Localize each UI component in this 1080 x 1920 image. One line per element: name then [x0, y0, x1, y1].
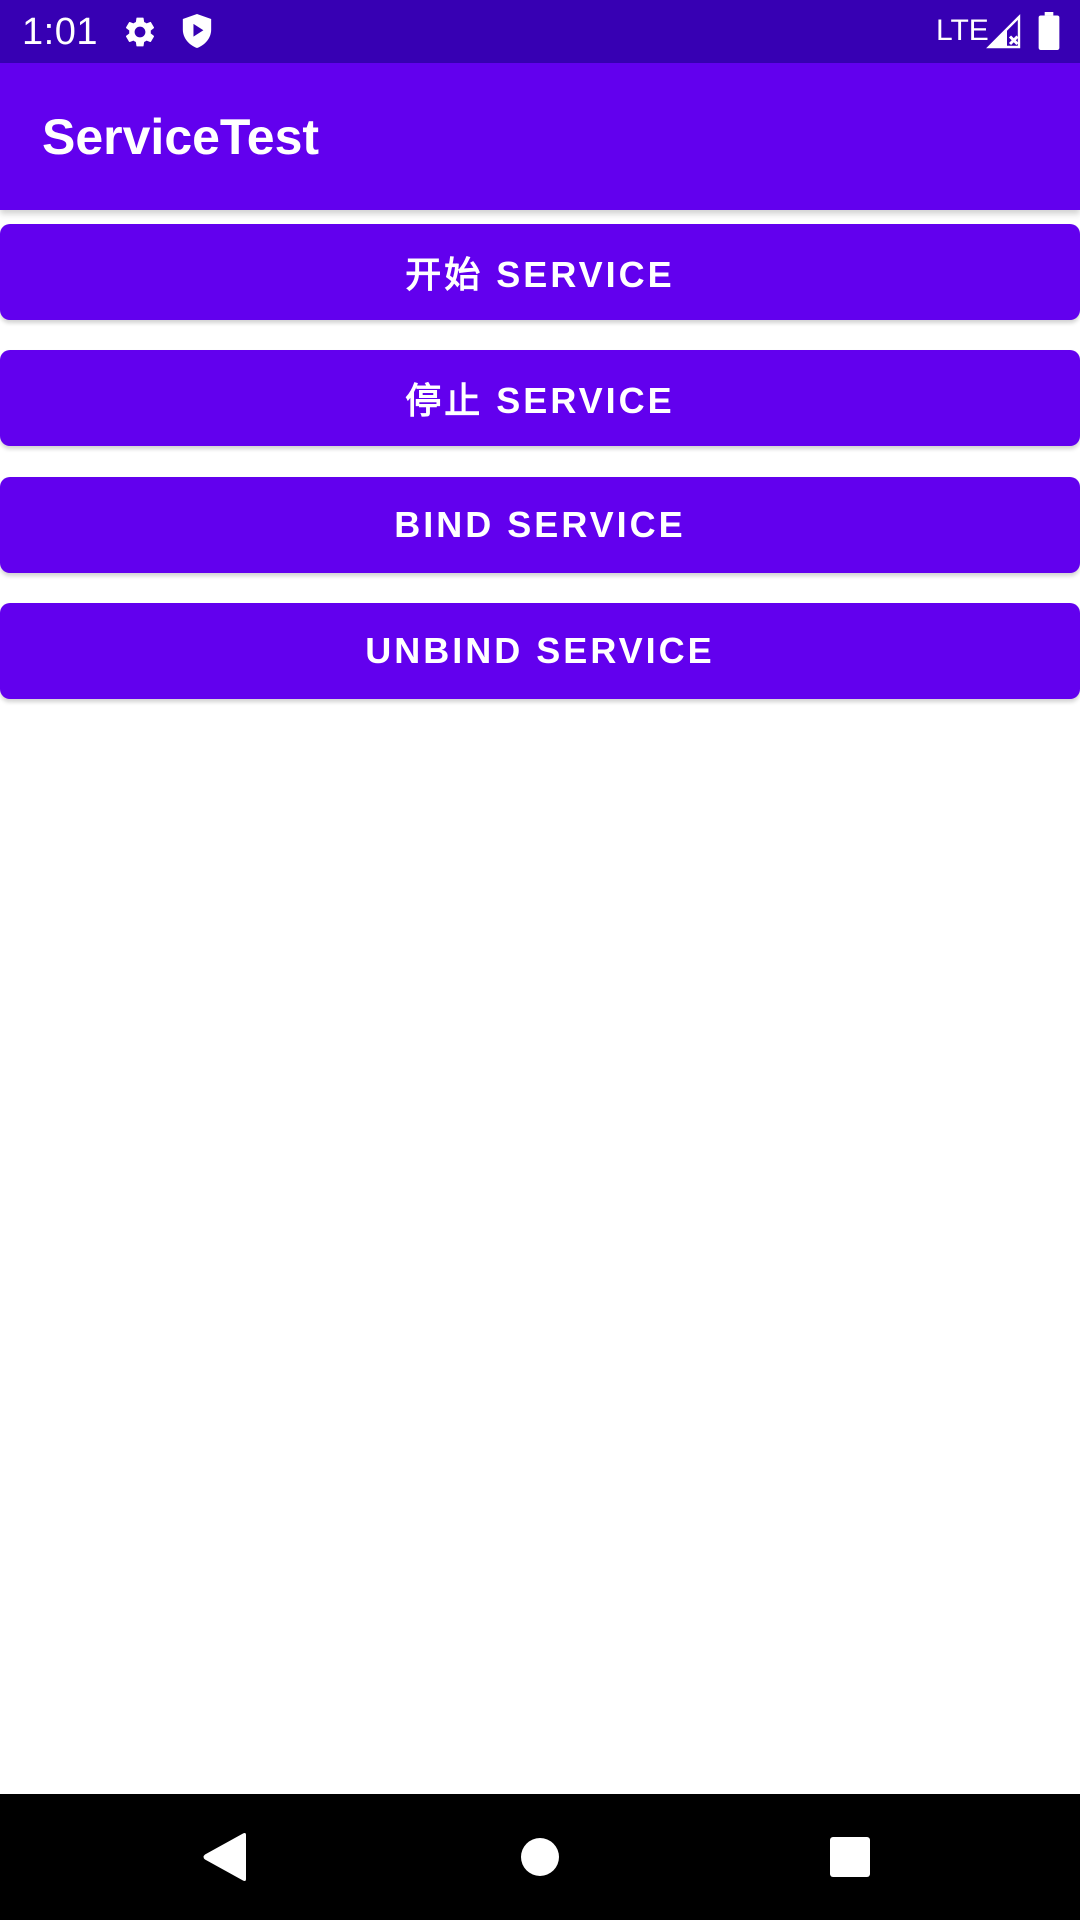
unbind-service-button[interactable]: UNBIND SERVICE — [0, 603, 1080, 699]
home-button[interactable] — [480, 1794, 600, 1920]
stop-service-button[interactable]: 停止 SERVICE — [0, 350, 1080, 446]
recents-button[interactable] — [790, 1794, 910, 1920]
app-title: ServiceTest — [42, 109, 320, 165]
network-type: LTE — [936, 14, 989, 47]
unbind-service-label: UNBIND SERVICE — [365, 630, 715, 671]
back-icon — [203, 1833, 246, 1881]
screen: 1:01 LTE ServiceTest 开始 SERVICE 停止 SERVI… — [0, 0, 1080, 1920]
status-bar: 1:01 LTE — [0, 0, 1080, 63]
shield-play-icon — [182, 14, 212, 48]
stop-service-label: 停止 SERVICE — [405, 380, 675, 421]
app-bar: ServiceTest — [0, 63, 1080, 210]
start-service-button[interactable]: 开始 SERVICE — [0, 224, 1080, 320]
navigation-bar — [0, 1794, 1080, 1920]
home-icon — [521, 1838, 559, 1876]
recents-icon — [830, 1837, 870, 1877]
bind-service-button[interactable]: BIND SERVICE — [0, 477, 1080, 573]
start-service-label: 开始 SERVICE — [405, 254, 675, 295]
gear-icon — [125, 17, 155, 47]
back-button[interactable] — [165, 1794, 285, 1920]
bind-service-label: BIND SERVICE — [394, 504, 686, 545]
battery-icon — [1038, 12, 1060, 50]
signal-icon — [986, 14, 1021, 49]
status-time: 1:01 — [22, 11, 98, 53]
